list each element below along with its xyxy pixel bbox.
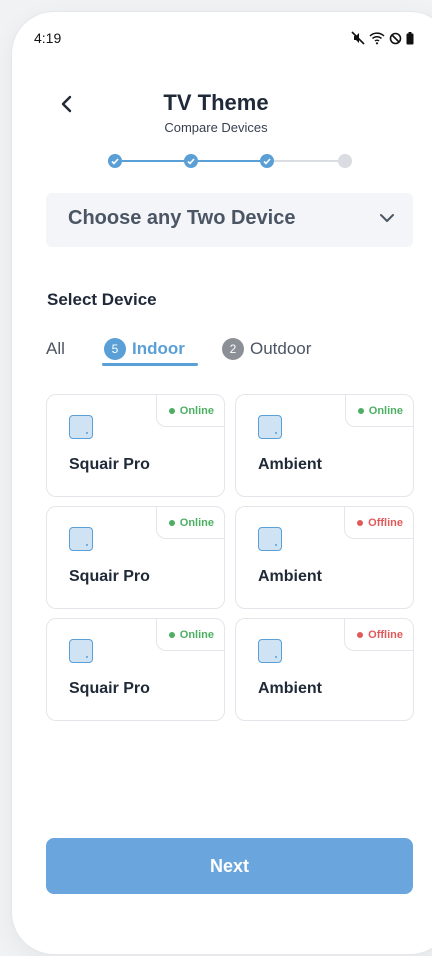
wifi-icon xyxy=(369,32,385,45)
next-button[interactable]: Next xyxy=(46,838,413,894)
status-text: Online xyxy=(179,628,214,641)
status-dot xyxy=(357,519,364,526)
tab-count-badge: 2 xyxy=(222,338,244,360)
check-icon xyxy=(187,157,195,165)
page-subtitle: Compare Devices xyxy=(164,120,268,135)
step-connector xyxy=(198,160,262,162)
status-badge: Online xyxy=(155,395,224,427)
device-name: Squair Pro xyxy=(69,568,150,585)
device-icon xyxy=(69,639,93,663)
status-badge: Offline xyxy=(344,507,413,539)
status-badge: Online xyxy=(155,507,224,539)
step-1-complete xyxy=(108,154,122,168)
device-card[interactable]: Online Squair Pro xyxy=(46,506,225,609)
step-4-pending xyxy=(338,154,352,168)
device-name: Squair Pro xyxy=(69,680,150,697)
status-icons xyxy=(351,31,414,45)
status-text: Offline xyxy=(368,516,403,529)
device-card[interactable]: Offline Ambient xyxy=(235,618,414,721)
status-bar: 4:19 xyxy=(34,30,414,50)
tab-label: Outdoor xyxy=(250,339,312,358)
device-name: Squair Pro xyxy=(69,456,150,473)
device-icon xyxy=(258,527,282,551)
status-text: Offline xyxy=(368,628,403,641)
status-dot xyxy=(357,631,364,638)
status-dot xyxy=(357,407,364,414)
status-badge: Offline xyxy=(344,619,413,651)
progress-stepper xyxy=(108,153,354,169)
tab-count-badge: 5 xyxy=(104,338,126,360)
step-connector xyxy=(274,160,338,162)
section-title: Select Device xyxy=(47,290,157,309)
mute-icon xyxy=(351,31,365,45)
header: TV Theme Compare Devices xyxy=(0,86,432,140)
device-name: Ambient xyxy=(258,456,322,473)
status-badge: Online xyxy=(344,395,413,427)
active-tab-indicator xyxy=(102,363,198,366)
device-selector-dropdown[interactable]: Choose any Two Device xyxy=(46,193,413,247)
filter-tabs: All 5 Indoor 2 Outdoor xyxy=(46,332,416,368)
status-time: 4:19 xyxy=(34,30,62,46)
status-badge: Online xyxy=(155,619,224,651)
page-title: TV Theme xyxy=(163,90,269,115)
status-text: Online xyxy=(179,516,214,529)
check-icon xyxy=(111,157,119,165)
device-card[interactable]: Online Squair Pro xyxy=(46,394,225,497)
tab-label: Indoor xyxy=(132,339,185,358)
tab-all[interactable]: All xyxy=(46,332,65,366)
chevron-down-icon xyxy=(380,214,394,222)
device-icon xyxy=(69,527,93,551)
dnd-icon xyxy=(389,32,402,44)
tab-indoor[interactable]: 5 Indoor xyxy=(104,332,185,366)
device-icon xyxy=(258,415,282,439)
tab-outdoor[interactable]: 2 Outdoor xyxy=(222,332,311,366)
status-text: Online xyxy=(179,404,214,417)
device-card[interactable]: Offline Ambient xyxy=(235,506,414,609)
status-text: Online xyxy=(368,404,403,417)
battery-icon xyxy=(406,31,414,44)
step-2-complete xyxy=(184,154,198,168)
step-connector xyxy=(122,160,186,162)
status-dot xyxy=(168,519,175,526)
device-icon xyxy=(258,639,282,663)
device-card[interactable]: Online Squair Pro xyxy=(46,618,225,721)
check-icon xyxy=(263,157,271,165)
device-name: Ambient xyxy=(258,680,322,697)
device-name: Ambient xyxy=(258,568,322,585)
step-3-complete xyxy=(260,154,274,168)
device-icon xyxy=(69,415,93,439)
status-dot xyxy=(168,631,175,638)
device-card[interactable]: Online Ambient xyxy=(235,394,414,497)
status-dot xyxy=(168,407,175,414)
tab-label: All xyxy=(46,339,65,358)
device-selector-label: Choose any Two Device xyxy=(68,207,296,229)
